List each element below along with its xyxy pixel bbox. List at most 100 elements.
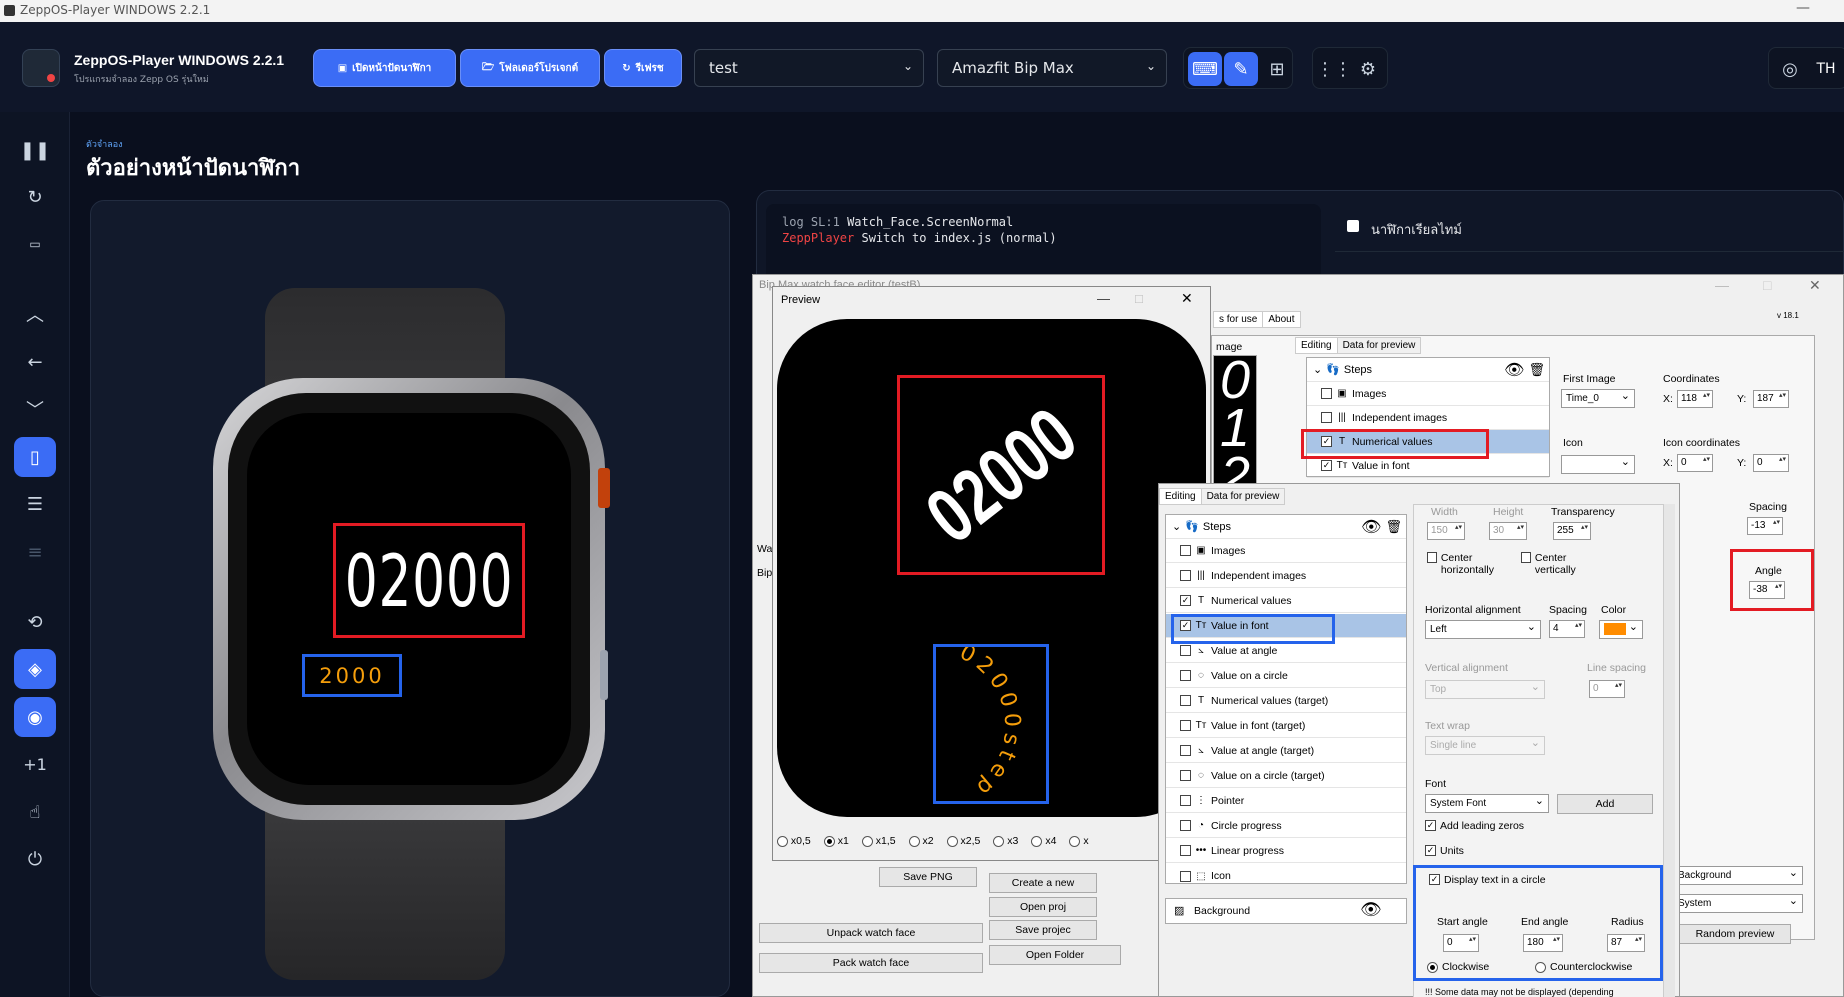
units-checkbox[interactable]: ✓ Units: [1425, 845, 1464, 857]
eye-icon[interactable]: 👁: [1504, 360, 1524, 380]
chevron-up-icon[interactable]: ︿: [14, 294, 56, 334]
zoom-option[interactable]: x2: [908, 835, 934, 847]
language-button[interactable]: TH: [1809, 52, 1843, 86]
list-item[interactable]: Tт Value in font (target): [1166, 714, 1406, 738]
open-project-button[interactable]: Open proj: [989, 897, 1097, 917]
unpack-button[interactable]: Unpack watch face: [759, 923, 983, 943]
leading-zeros-checkbox[interactable]: ✓ Add leading zeros: [1425, 820, 1524, 832]
icon-x-input[interactable]: 0: [1677, 454, 1713, 472]
apps-grid-icon[interactable]: ⋮⋮: [1316, 52, 1352, 86]
spacing-input[interactable]: -13: [1747, 517, 1783, 535]
plus-one-icon[interactable]: +1: [14, 744, 56, 784]
icon-select[interactable]: [1561, 454, 1635, 474]
text-wrap-select[interactable]: Single line: [1425, 735, 1545, 755]
tab-for-use[interactable]: s for use: [1213, 311, 1264, 328]
coord-x-input[interactable]: 118: [1677, 390, 1713, 408]
list-item[interactable]: ⦣ Value at angle (target): [1166, 739, 1406, 763]
list-item[interactable]: ◌ Value on a circle: [1166, 664, 1406, 688]
zoom-option[interactable]: x4: [1031, 835, 1056, 847]
list-item[interactable]: ✓ T Numerical values: [1166, 589, 1406, 613]
eye-icon[interactable]: 👁: [1361, 517, 1381, 537]
eye-icon[interactable]: 👁: [1360, 900, 1382, 920]
editor-close-button[interactable]: ✕: [1809, 277, 1821, 294]
console-icon[interactable]: ⌨: [1188, 52, 1222, 86]
sliders-icon[interactable]: ≡: [14, 532, 56, 572]
edit-icon[interactable]: ✎: [1224, 52, 1258, 86]
preview-maximize-button[interactable]: □: [1135, 291, 1143, 306]
spacing-input[interactable]: 4: [1549, 620, 1585, 638]
pause-icon[interactable]: ❚❚: [14, 130, 56, 170]
random-preview-button[interactable]: Random preview: [1679, 924, 1791, 944]
list-item[interactable]: ▣ Images: [1307, 382, 1549, 406]
globe-icon[interactable]: ◎: [1773, 52, 1807, 86]
phone-icon[interactable]: ▯: [14, 437, 56, 477]
tab-editing[interactable]: Editing: [1159, 488, 1202, 505]
background-row[interactable]: Background ▨ 👁: [1165, 898, 1407, 924]
icon-y-input[interactable]: 0: [1753, 454, 1789, 472]
editor-minimize-button[interactable]: —: [1715, 277, 1729, 293]
list-item[interactable]: ▣ Images: [1166, 539, 1406, 563]
gear-icon[interactable]: ⚙: [1351, 52, 1385, 86]
steps-row[interactable]: ⌄ 👣 Steps 👁 🗑: [1307, 358, 1549, 382]
watch-side-button[interactable]: [600, 650, 608, 700]
watch-icon[interactable]: ◉: [14, 697, 56, 737]
preview-close-button[interactable]: ✕: [1181, 290, 1193, 307]
document-icon[interactable]: ☰: [14, 484, 56, 524]
project-select[interactable]: test ⌄: [694, 49, 924, 87]
list-item[interactable]: ||| Independent images: [1307, 406, 1549, 430]
rotate-icon[interactable]: ⟲: [14, 602, 56, 642]
chevron-down-icon[interactable]: ﹀: [14, 389, 56, 429]
width-input[interactable]: 150: [1427, 522, 1465, 540]
scrollbar[interactable]: [1663, 504, 1675, 997]
center-vertically-checkbox[interactable]: Center vertically: [1521, 552, 1601, 576]
zoom-option[interactable]: x1: [823, 835, 849, 847]
arrow-left-icon[interactable]: ←: [14, 342, 56, 382]
transparency-input[interactable]: 255: [1553, 522, 1591, 540]
zoom-option[interactable]: x2,5: [946, 835, 980, 847]
tab-data-preview[interactable]: Data for preview: [1336, 337, 1422, 354]
save-project-button[interactable]: Save projec: [989, 920, 1097, 940]
line-spacing-input[interactable]: 0: [1589, 680, 1625, 698]
list-item[interactable]: ⬚ Icon: [1166, 864, 1406, 888]
pack-button[interactable]: Pack watch face: [759, 953, 983, 973]
list-item[interactable]: ||| Independent images: [1166, 564, 1406, 588]
list-item[interactable]: T Numerical values (target): [1166, 689, 1406, 713]
steps-row[interactable]: ⌄ 👣 Steps 👁 🗑: [1166, 515, 1406, 539]
list-item[interactable]: ◌ Value on a circle (target): [1166, 764, 1406, 788]
delete-icon[interactable]: 🗑: [1385, 519, 1402, 535]
system-select[interactable]: System: [1673, 893, 1803, 913]
zoom-option[interactable]: x: [1069, 835, 1089, 847]
tab-data-preview[interactable]: Data for preview: [1200, 488, 1286, 505]
gif-icon[interactable]: ▭: [14, 224, 56, 264]
refresh-button[interactable]: ↻ รีเฟรช: [604, 49, 682, 87]
first-image-select[interactable]: Time_0: [1561, 388, 1635, 408]
tab-editing[interactable]: Editing: [1295, 337, 1338, 354]
layout-icon[interactable]: ⊞: [1260, 52, 1294, 86]
touch-icon[interactable]: ☝: [14, 792, 56, 832]
font-select[interactable]: System Font: [1425, 793, 1549, 813]
zoom-option[interactable]: x1,5: [861, 835, 896, 847]
save-png-button[interactable]: Save PNG: [879, 867, 977, 887]
project-folder-button[interactable]: 🗁 โฟลเดอร์โปรเจกต์: [460, 49, 600, 87]
list-item[interactable]: ⋮ Pointer: [1166, 789, 1406, 813]
zoom-option[interactable]: x0,5: [777, 835, 811, 847]
coord-y-input[interactable]: 187: [1753, 390, 1789, 408]
minimize-button[interactable]: —: [1796, 0, 1810, 16]
color-picker[interactable]: [1599, 619, 1643, 639]
list-item[interactable]: ••• Linear progress: [1166, 839, 1406, 863]
reload-icon[interactable]: ↻: [14, 177, 56, 217]
realtime-checkbox[interactable]: [1347, 220, 1359, 232]
horizontal-alignment-select[interactable]: Left: [1425, 619, 1541, 639]
open-folder-button[interactable]: Open Folder: [989, 945, 1121, 965]
zoom-option[interactable]: x3: [993, 835, 1018, 847]
preview-minimize-button[interactable]: —: [1097, 291, 1110, 306]
device-select[interactable]: Amazfit Bip Max ⌄: [937, 49, 1167, 87]
tab-about[interactable]: About: [1262, 311, 1301, 328]
add-font-button[interactable]: Add: [1557, 794, 1653, 814]
vertical-alignment-select[interactable]: Top: [1425, 679, 1545, 699]
editor-maximize-button[interactable]: □: [1763, 277, 1771, 293]
open-watchface-button[interactable]: ▣ เปิดหน้าปัดนาฬิกา: [313, 49, 456, 87]
list-item[interactable]: ◔ Circle progress: [1166, 814, 1406, 838]
layers-icon[interactable]: ◈: [14, 649, 56, 689]
height-input[interactable]: 30: [1489, 522, 1527, 540]
